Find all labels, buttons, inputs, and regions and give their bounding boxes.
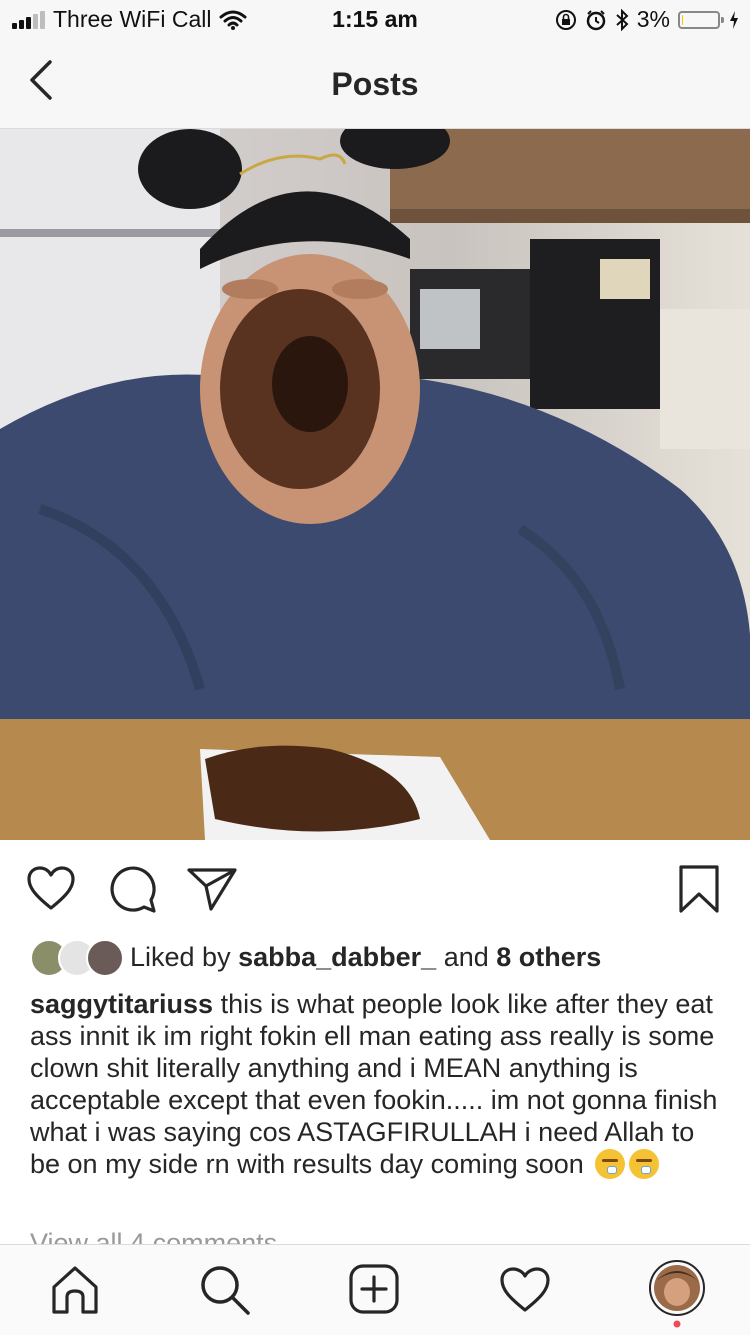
post-actions (0, 840, 750, 936)
page-title: Posts (331, 66, 419, 102)
liker-username[interactable]: sabba_dabber_ (238, 942, 436, 973)
navigation-bar: Posts (0, 40, 750, 129)
profile-avatar[interactable] (648, 1259, 706, 1329)
likes-row[interactable]: Liked by sabba_dabber_ and 8 others (30, 936, 601, 978)
status-bar: Three WiFi Call 1:15 am 3% (0, 0, 750, 40)
likes-and: and (443, 941, 489, 972)
caption-username[interactable]: saggytitariuss (30, 989, 213, 1019)
comment-icon[interactable] (108, 866, 158, 914)
post-caption: saggytitariuss this is what people look … (30, 988, 730, 1180)
bluetooth-icon (616, 8, 629, 31)
post-photo[interactable] (0, 129, 750, 840)
alarm-icon (586, 9, 605, 30)
view-all-comments-link[interactable]: View all 4 comments (30, 1228, 277, 1244)
likes-others[interactable]: 8 others (496, 942, 601, 973)
bookmark-icon[interactable] (678, 864, 720, 914)
notification-dot (673, 1320, 681, 1328)
likes-prefix: Liked by (130, 941, 231, 972)
activity-icon[interactable] (498, 1263, 552, 1317)
home-icon[interactable] (48, 1263, 102, 1317)
battery-fill (682, 14, 684, 25)
status-right: 3% (555, 6, 740, 33)
charging-icon (730, 10, 738, 29)
rotation-lock-icon (555, 9, 576, 30)
share-icon[interactable] (186, 866, 238, 912)
heart-icon[interactable] (26, 866, 76, 912)
new-post-icon[interactable] (348, 1263, 402, 1317)
liker-avatars (30, 939, 124, 977)
sneezing-face-emoji-icon (629, 1149, 660, 1179)
sneezing-face-emoji-icon (595, 1149, 626, 1179)
tab-bar (0, 1244, 750, 1335)
battery-icon (678, 10, 724, 29)
battery-percent: 3% (636, 6, 670, 32)
avatar (86, 939, 124, 977)
search-icon[interactable] (198, 1263, 252, 1317)
post-photo-image (0, 129, 750, 840)
